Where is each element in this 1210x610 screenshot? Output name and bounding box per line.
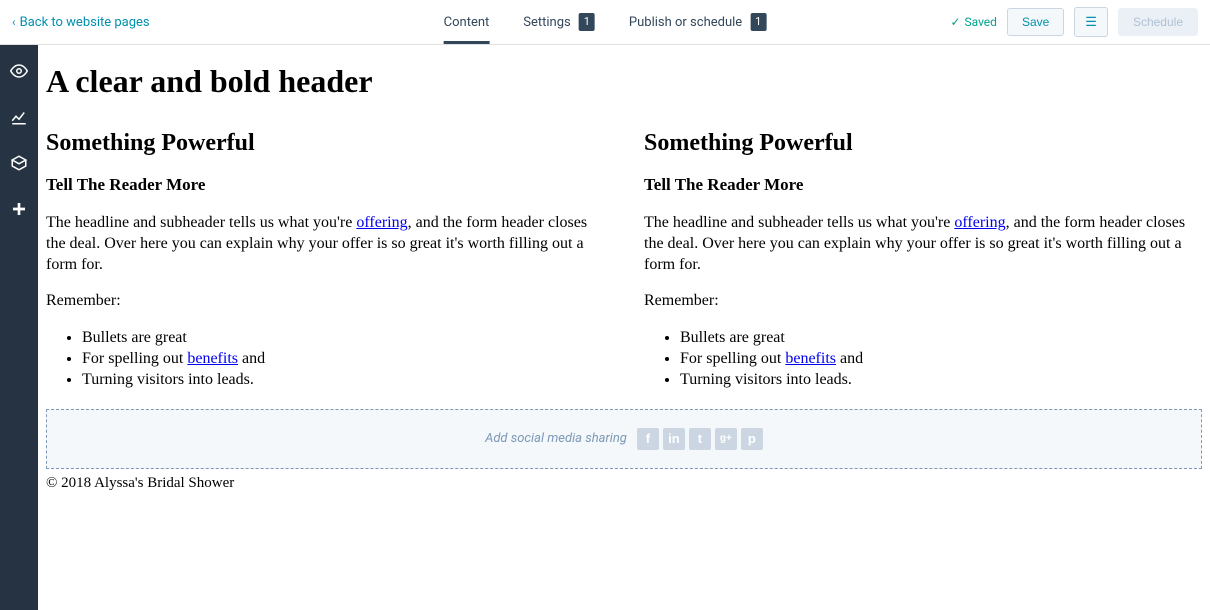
linkedin-icon: in	[663, 428, 685, 450]
bullet-text-post: and	[238, 350, 265, 367]
column-right[interactable]: Something Powerful Tell The Reader More …	[644, 130, 1202, 391]
eye-icon	[10, 62, 28, 80]
para-text-pre: The headline and subheader tells us what…	[46, 214, 356, 231]
chevron-left-icon: ‹	[12, 15, 16, 29]
para-text-pre: The headline and subheader tells us what…	[644, 214, 954, 231]
page-title[interactable]: A clear and bold header	[46, 63, 1202, 100]
tab-publish-label: Publish or schedule	[629, 15, 742, 30]
googleplus-icon: g+	[715, 428, 737, 450]
sidebar	[0, 45, 38, 610]
box-icon	[10, 154, 28, 172]
pinterest-icon: p	[741, 428, 763, 450]
benefits-link[interactable]: benefits	[785, 350, 836, 367]
bullet-list: Bullets are great For spelling out benef…	[46, 328, 604, 390]
bullet-text-pre: For spelling out	[680, 350, 785, 367]
list-item: Bullets are great	[680, 328, 1202, 349]
tab-settings-badge: 1	[579, 13, 595, 30]
right-controls: ✓ Saved Save ☰ Schedule	[950, 7, 1198, 37]
plus-icon	[11, 201, 27, 217]
offering-link[interactable]: offering	[954, 214, 1005, 231]
benefits-link[interactable]: benefits	[187, 350, 238, 367]
back-link-label: Back to website pages	[20, 15, 150, 30]
social-sharing-label: Add social media sharing	[485, 431, 627, 446]
center-tabs: Content Settings 1 Publish or schedule 1	[444, 0, 767, 44]
content-columns: Something Powerful Tell The Reader More …	[46, 130, 1202, 391]
col-paragraph: The headline and subheader tells us what…	[644, 213, 1202, 275]
saved-label: Saved	[965, 15, 997, 29]
back-link[interactable]: ‹ Back to website pages	[12, 15, 150, 30]
sidebar-item-analytics[interactable]	[9, 107, 29, 127]
bullet-text-pre: For spelling out	[82, 350, 187, 367]
tab-settings[interactable]: Settings 1	[523, 0, 595, 44]
sidebar-item-add[interactable]	[9, 199, 29, 219]
bullet-text-post: and	[836, 350, 863, 367]
saved-indicator: ✓ Saved	[950, 15, 997, 29]
remember-label: Remember:	[46, 291, 604, 312]
tab-content-label: Content	[444, 15, 490, 30]
offering-link[interactable]: offering	[356, 214, 407, 231]
save-button[interactable]: Save	[1007, 8, 1064, 36]
bullet-list: Bullets are great For spelling out benef…	[644, 328, 1202, 390]
tab-settings-label: Settings	[523, 15, 570, 30]
column-left[interactable]: Something Powerful Tell The Reader More …	[46, 130, 604, 391]
tab-content[interactable]: Content	[444, 0, 490, 44]
remember-label: Remember:	[644, 291, 1202, 312]
menu-button[interactable]: ☰	[1074, 7, 1108, 37]
footer-copyright[interactable]: © 2018 Alyssa's Bridal Shower	[46, 475, 1202, 492]
col-subheading: Tell The Reader More	[644, 175, 1202, 195]
tab-publish-badge: 1	[750, 13, 766, 30]
schedule-button[interactable]: Schedule	[1118, 8, 1198, 36]
chart-icon	[10, 108, 28, 126]
social-icons-row: f in t g+ p	[637, 428, 763, 450]
sidebar-item-preview[interactable]	[9, 61, 29, 81]
twitter-icon: t	[689, 428, 711, 450]
tab-publish[interactable]: Publish or schedule 1	[629, 0, 766, 44]
list-item: For spelling out benefits and	[82, 349, 604, 370]
list-item: For spelling out benefits and	[680, 349, 1202, 370]
main-layout: A clear and bold header Something Powerf…	[0, 45, 1210, 610]
list-item: Turning visitors into leads.	[82, 370, 604, 391]
sidebar-item-modules[interactable]	[9, 153, 29, 173]
col-heading: Something Powerful	[46, 130, 604, 157]
col-heading: Something Powerful	[644, 130, 1202, 157]
facebook-icon: f	[637, 428, 659, 450]
check-icon: ✓	[950, 15, 960, 29]
content-area: A clear and bold header Something Powerf…	[38, 45, 1210, 610]
list-item: Turning visitors into leads.	[680, 370, 1202, 391]
col-paragraph: The headline and subheader tells us what…	[46, 213, 604, 275]
list-item: Bullets are great	[82, 328, 604, 349]
hamburger-icon: ☰	[1085, 14, 1097, 29]
top-bar: ‹ Back to website pages Content Settings…	[0, 0, 1210, 45]
social-sharing-module[interactable]: Add social media sharing f in t g+ p	[46, 409, 1202, 469]
col-subheading: Tell The Reader More	[46, 175, 604, 195]
